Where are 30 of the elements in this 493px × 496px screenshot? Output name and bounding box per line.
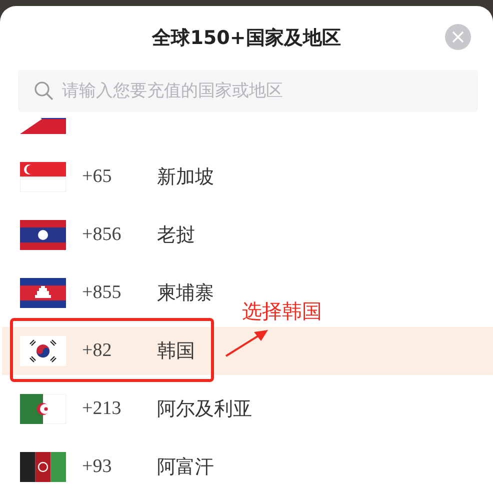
flag-icon	[20, 278, 66, 308]
flag-icon	[20, 220, 66, 250]
search-icon	[34, 81, 54, 101]
country-name: 柬埔寨	[157, 281, 214, 306]
country-name: 阿富汗	[157, 455, 214, 480]
country-name: 阿尔及利亚	[157, 397, 252, 422]
country-row[interactable]: +65 新加坡	[2, 153, 218, 201]
dial-code: +213	[82, 398, 122, 420]
flag-icon	[20, 394, 66, 424]
dial-code: +855	[82, 282, 122, 304]
country-name: 老挝	[157, 223, 195, 248]
flag-icon	[20, 162, 66, 192]
dial-code: +93	[82, 456, 113, 478]
country-row[interactable]: +855 柬埔寨	[2, 269, 218, 317]
country-name: 新加坡	[157, 165, 214, 190]
close-icon	[452, 31, 464, 43]
country-row[interactable]: +82 韩国	[2, 327, 493, 375]
flag-icon	[20, 452, 66, 482]
country-row[interactable]: +856 老挝	[2, 211, 199, 259]
dial-code: +856	[82, 224, 122, 246]
country-row[interactable]: +93 阿富汗	[2, 443, 218, 491]
flag-icon	[20, 336, 66, 366]
sheet-title: 全球150+国家及地区	[152, 26, 341, 51]
search-field[interactable]: 请输入您要充值的国家或地区	[18, 70, 478, 112]
arrow	[224, 328, 270, 358]
country-name: 韩国	[157, 339, 195, 364]
dial-code: +82	[82, 340, 113, 362]
country-row[interactable]: +213 阿尔及利亚	[2, 385, 256, 433]
annotation-text: 选择韩国	[242, 298, 322, 325]
dial-code: +65	[82, 166, 113, 188]
